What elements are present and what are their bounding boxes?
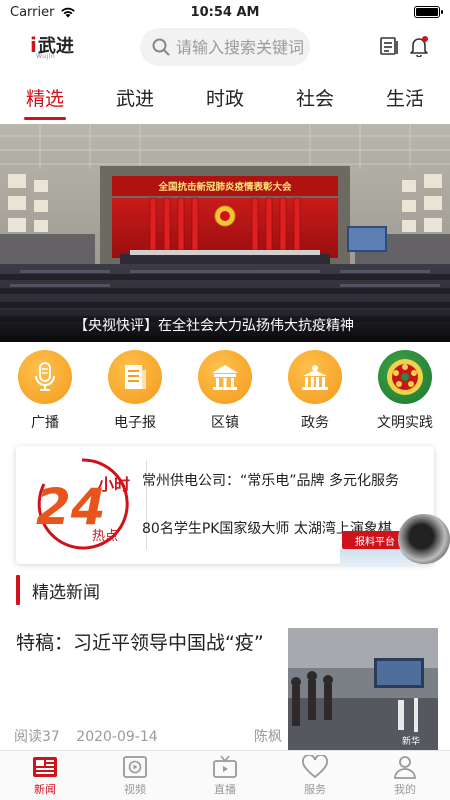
logo-bottom-text: 热点 [92, 529, 118, 544]
tabbar-service[interactable]: 服务 [270, 751, 360, 800]
tabbar-label: 视频 [124, 782, 146, 796]
tabbar-news[interactable]: 新闻 [0, 751, 90, 800]
quick-label: 广播 [31, 415, 59, 431]
notification-bell-icon[interactable] [408, 35, 430, 57]
tab-label: 时政 [205, 87, 244, 110]
logo-top-text: 小时 [98, 475, 130, 494]
quick-item-radio[interactable]: 广播 [0, 350, 90, 442]
tab-label: 生活 [385, 87, 424, 110]
tab-featured[interactable]: 精选 [0, 72, 90, 122]
channel-tabs: 精选 武进 时政 社会 生活 [0, 72, 450, 122]
camera-icon[interactable] [398, 514, 450, 564]
logo-number: 24 [36, 478, 106, 536]
article-thumbnail: 新华 [288, 628, 438, 750]
heart-icon [302, 754, 328, 778]
video-icon [123, 755, 147, 778]
article-date: 2020-09-14 [76, 729, 158, 745]
quick-label: 区镇 [211, 415, 239, 431]
search-icon [152, 38, 170, 56]
tab-life[interactable]: 生活 [360, 72, 450, 122]
building-icon [212, 365, 238, 390]
tab-label: 精选 [25, 87, 64, 110]
quick-icon-bg [108, 350, 162, 404]
tabbar-mine[interactable]: 我的 [360, 751, 450, 800]
tab-society[interactable]: 社会 [270, 72, 360, 122]
report-label: 报料平台 [355, 536, 395, 548]
app-logo[interactable]: i 武进 Wujin [30, 32, 74, 60]
quick-icon-bg [378, 350, 432, 404]
quick-icon-bg [198, 350, 252, 404]
tabbar-label: 我的 [394, 782, 416, 796]
hall-banner-text: 全国抗击新冠肺炎疫情表彰大会 [157, 181, 292, 193]
tab-label: 武进 [115, 87, 154, 110]
hot-news-item[interactable]: 常州供电公司：“常乐电”品牌 多元化服务 [142, 470, 432, 490]
tabbar-video[interactable]: 视频 [90, 751, 180, 800]
section-title: 精选新闻 [32, 582, 100, 603]
tab-label: 社会 [295, 87, 334, 110]
bottom-tab-bar: 新闻 视频 直播 服务 我的 [0, 750, 450, 800]
news-icon [33, 756, 57, 777]
carrier-label: Carrier [10, 4, 55, 20]
quick-label: 电子报 [114, 415, 156, 431]
thumbnail-image: 新华 [288, 628, 438, 750]
quick-item-epaper[interactable]: 电子报 [90, 350, 180, 442]
quick-icon-bg [18, 350, 72, 404]
app-header: i 武进 Wujin [0, 24, 450, 70]
search-bar[interactable] [140, 28, 310, 66]
search-input[interactable] [176, 37, 308, 57]
status-bar: Carrier 10:54 AM [0, 0, 450, 24]
battery-fill [416, 8, 438, 16]
tab-politics[interactable]: 时政 [180, 72, 270, 122]
tabbar-label: 直播 [214, 782, 236, 796]
civilization-icon [387, 359, 423, 395]
quick-label: 政务 [301, 415, 329, 431]
tabbar-live[interactable]: 直播 [180, 751, 270, 800]
government-icon [302, 365, 328, 390]
newspaper-icon [125, 365, 146, 389]
quick-item-district[interactable]: 区镇 [180, 350, 270, 442]
article-meta: 阅读37 2020-09-14 [14, 726, 170, 746]
section-accent-bar [16, 575, 20, 605]
tabbar-label: 新闻 [34, 782, 56, 796]
live-tv-icon [213, 755, 237, 778]
status-left: Carrier [10, 5, 76, 20]
microphone-icon [35, 362, 55, 391]
thumb-watermark: 新华 [402, 735, 420, 747]
quick-item-government[interactable]: 政务 [270, 350, 360, 442]
section-header: 精选新闻 [16, 574, 436, 606]
quick-menu: 广播 电子报 区镇 政务 文明实践 [0, 350, 450, 442]
battery-icon [414, 6, 443, 18]
article-title: 特稿：习近平领导中国战“疫” [16, 632, 264, 654]
news-article[interactable]: 特稿：习近平领导中国战“疫” 新华 阅读37 2020-09-14 陈枫 [0, 624, 450, 750]
article-reads: 阅读37 [14, 729, 60, 745]
featured-banner[interactable]: 全国抗击新冠肺炎疫情表彰大会 【央视快评】在全社会大力弘扬伟大抗疫精神 [0, 124, 450, 342]
quick-label: 文明实践 [377, 415, 433, 431]
wifi-icon [61, 7, 76, 18]
quick-icon-bg [288, 350, 342, 404]
tab-wujin[interactable]: 武进 [90, 72, 180, 122]
logo-subtitle: Wujin [36, 53, 56, 60]
tabbar-label: 服务 [304, 782, 326, 796]
user-icon [394, 755, 416, 779]
subscribe-list-icon[interactable] [378, 35, 400, 57]
hot-24h-logo: 24 小时 热点 [36, 458, 130, 550]
quick-item-civilization[interactable]: 文明实践 [360, 350, 450, 442]
article-author: 陈枫 [254, 729, 282, 745]
banner-caption: 【央视快评】在全社会大力弘扬伟大抗疫精神 [0, 308, 450, 342]
